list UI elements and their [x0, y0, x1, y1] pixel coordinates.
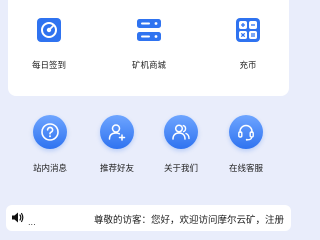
online-support-label: 在线客服: [228, 164, 263, 174]
miner-mall-button[interactable]: 矿机商城: [119, 18, 179, 71]
notice-ellipsis: ...: [28, 218, 36, 227]
online-support-button[interactable]: 在线客服: [214, 115, 278, 174]
speaker-icon: [12, 212, 24, 223]
dashboard-icon: [37, 18, 61, 42]
calculator-icon: [236, 18, 260, 42]
deposit-button[interactable]: 充币: [218, 18, 278, 71]
headset-icon: [238, 124, 254, 141]
site-messages-button[interactable]: 站内消息: [18, 115, 82, 174]
about-us-label: 关于我们: [163, 164, 198, 174]
daily-checkin-button[interactable]: 每日签到: [19, 18, 79, 71]
deposit-label: 充币: [239, 61, 257, 71]
server-icon: [137, 19, 161, 41]
about-us-button[interactable]: 关于我们: [149, 115, 213, 174]
refer-friends-button[interactable]: 推荐好友: [85, 115, 149, 174]
daily-checkin-label: 每日签到: [31, 61, 66, 71]
miner-mall-label: 矿机商城: [131, 61, 166, 71]
top-menu-card: 每日签到 矿机商城 充币: [8, 0, 289, 96]
refer-friends-label: 推荐好友: [99, 164, 134, 174]
add-user-icon: [108, 124, 126, 141]
notice-bar[interactable]: ... 尊敬的访客：您好，欢迎访问摩尔云矿，注册: [6, 205, 291, 231]
users-icon: [172, 124, 190, 140]
site-messages-label: 站内消息: [32, 164, 67, 174]
notice-marquee-text: 尊敬的访客：您好，欢迎访问摩尔云矿，注册: [94, 215, 285, 226]
question-icon: [41, 123, 59, 141]
